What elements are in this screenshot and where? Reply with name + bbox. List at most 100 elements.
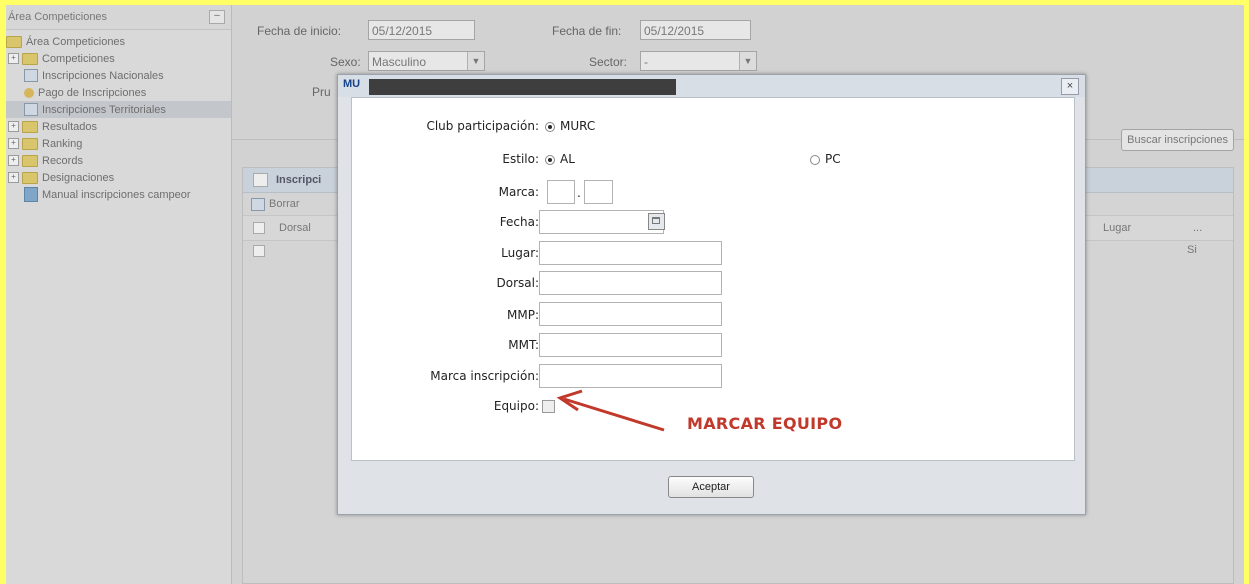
coin-icon — [24, 87, 34, 98]
dialog-title: MU — [343, 78, 361, 90]
prueba-label: Pru — [312, 85, 331, 99]
estilo-pc-label: PC — [825, 152, 841, 166]
expand-icon[interactable]: + — [8, 53, 19, 64]
lugar-input[interactable] — [539, 241, 722, 265]
column-header-lugar[interactable]: Lugar — [1103, 222, 1131, 234]
sidebar-tree: Área Competiciones + Competiciones Inscr… — [6, 30, 231, 203]
sidebar-item-competiciones[interactable]: + Competiciones — [6, 50, 231, 67]
document-icon — [24, 103, 38, 116]
sidebar-header: Área Competiciones – — [6, 5, 231, 30]
mmp-label: MMP: — [507, 308, 539, 322]
fecha-fin-field[interactable]: 05/12/2015 — [640, 20, 751, 40]
expand-icon[interactable]: + — [8, 121, 19, 132]
sidebar-item-pago-inscripciones[interactable]: Pago de Inscripciones — [6, 84, 231, 101]
dorsal-input[interactable] — [539, 271, 722, 295]
sidebar-item-inscripciones-nacionales[interactable]: Inscripciones Nacionales — [6, 67, 231, 84]
expand-icon[interactable]: + — [8, 172, 19, 183]
buscar-inscripciones-button[interactable]: Buscar inscripciones — [1121, 129, 1234, 151]
borrar-label: Borrar — [269, 198, 300, 210]
close-icon[interactable]: × — [1061, 78, 1079, 95]
marca-separator: . — [577, 186, 581, 200]
sexo-label: Sexo: — [330, 55, 361, 69]
mmt-label: MMT: — [508, 338, 539, 352]
equipo-label: Equipo: — [493, 399, 539, 413]
sexo-select[interactable]: Masculino ▼ — [368, 51, 485, 71]
aceptar-button[interactable]: Aceptar — [668, 476, 754, 498]
column-header-more[interactable]: ... — [1193, 222, 1202, 234]
sidebar-item-label: Inscripciones Territoriales — [42, 103, 166, 116]
sidebar-item-records[interactable]: + Records — [6, 152, 231, 169]
chevron-down-icon[interactable]: ▼ — [467, 52, 484, 70]
club-option-label: MURC — [560, 119, 596, 133]
sidebar-item-designaciones[interactable]: + Designaciones — [6, 169, 231, 186]
fecha-inicio-label: Fecha de inicio: — [257, 24, 342, 38]
row-checkbox[interactable] — [253, 245, 265, 257]
dialog-form: Club participación: MURC Estilo: AL PC M… — [351, 97, 1075, 461]
sidebar-item-resultados[interactable]: + Resultados — [6, 118, 231, 135]
sidebar-item-label: Inscripciones Nacionales — [42, 69, 164, 82]
annotation-arrow-icon — [556, 389, 665, 432]
fecha-input[interactable] — [539, 210, 664, 234]
grid-title: Inscripci — [276, 174, 322, 186]
dialog-titlebar[interactable]: MU × — [338, 75, 1085, 97]
annotation-text: MARCAR EQUIPO — [687, 414, 843, 433]
sidebar-item-label: Competiciones — [42, 52, 115, 65]
sidebar-item-label: Ranking — [42, 137, 83, 150]
sidebar-item-label: Resultados — [42, 120, 98, 133]
redacted-title — [369, 79, 676, 95]
sidebar-item-label: Área Competiciones — [26, 35, 126, 48]
expand-icon[interactable]: + — [8, 155, 19, 166]
folder-icon — [22, 52, 38, 65]
manual-icon — [24, 187, 38, 202]
sidebar-title: Área Competiciones — [8, 11, 108, 23]
estilo-pc-radio[interactable] — [810, 155, 820, 165]
collapse-button[interactable]: – — [209, 10, 225, 24]
fecha-fin-label: Fecha de fin: — [552, 24, 622, 38]
lugar-label: Lugar: — [501, 246, 539, 260]
estilo-al-radio[interactable] — [545, 155, 555, 165]
inscription-dialog: MU × Club participación: MURC Estilo: AL… — [337, 74, 1086, 515]
folder-icon — [22, 171, 38, 184]
calendar-icon[interactable] — [648, 213, 665, 230]
marca-inscripcion-input[interactable] — [539, 364, 722, 388]
document-icon — [24, 69, 38, 82]
marca-inscripcion-label: Marca inscripción: — [430, 369, 539, 383]
sidebar-item-inscripciones-territoriales[interactable]: Inscripciones Territoriales — [6, 101, 231, 118]
estilo-label: Estilo: — [502, 152, 539, 166]
row-value: Si — [1187, 244, 1197, 256]
folder-icon — [6, 35, 22, 48]
chevron-down-icon[interactable]: ▼ — [739, 52, 756, 70]
folder-icon — [22, 154, 38, 167]
sidebar-item-label: Designaciones — [42, 171, 115, 184]
sidebar-item-manual[interactable]: Manual inscripciones campeor — [6, 186, 231, 203]
sector-select[interactable]: - ▼ — [640, 51, 757, 71]
sector-value: - — [644, 55, 648, 69]
mmt-input[interactable] — [539, 333, 722, 357]
marca-label: Marca: — [498, 185, 539, 199]
grid-icon — [253, 173, 268, 187]
select-all-checkbox[interactable] — [253, 222, 265, 234]
sidebar-item-area-competiciones[interactable]: Área Competiciones — [6, 33, 231, 50]
sidebar-item-label: Pago de Inscripciones — [38, 86, 147, 99]
sidebar-item-ranking[interactable]: + Ranking — [6, 135, 231, 152]
mmp-input[interactable] — [539, 302, 722, 326]
dorsal-label: Dorsal: — [496, 276, 540, 290]
club-label: Club participación: — [426, 119, 539, 133]
folder-icon — [22, 120, 38, 133]
expand-icon[interactable]: + — [8, 138, 19, 149]
sexo-value: Masculino — [372, 55, 427, 69]
marca-minutes-input[interactable] — [547, 180, 575, 204]
estilo-al-label: AL — [560, 152, 575, 166]
marca-seconds-input[interactable] — [584, 180, 613, 204]
club-radio[interactable] — [545, 122, 555, 132]
folder-icon — [22, 137, 38, 150]
navigation-sidebar: Área Competiciones – Área Competiciones … — [6, 5, 232, 584]
sidebar-item-label: Manual inscripciones campeor — [42, 188, 191, 201]
borrar-button[interactable]: Borrar — [251, 197, 300, 211]
fecha-label: Fecha: — [499, 215, 539, 229]
column-header-dorsal[interactable]: Dorsal — [279, 222, 311, 234]
sidebar-item-label: Records — [42, 154, 83, 167]
fecha-inicio-field[interactable]: 05/12/2015 — [368, 20, 475, 40]
delete-icon — [251, 197, 265, 211]
sector-label: Sector: — [589, 55, 628, 69]
